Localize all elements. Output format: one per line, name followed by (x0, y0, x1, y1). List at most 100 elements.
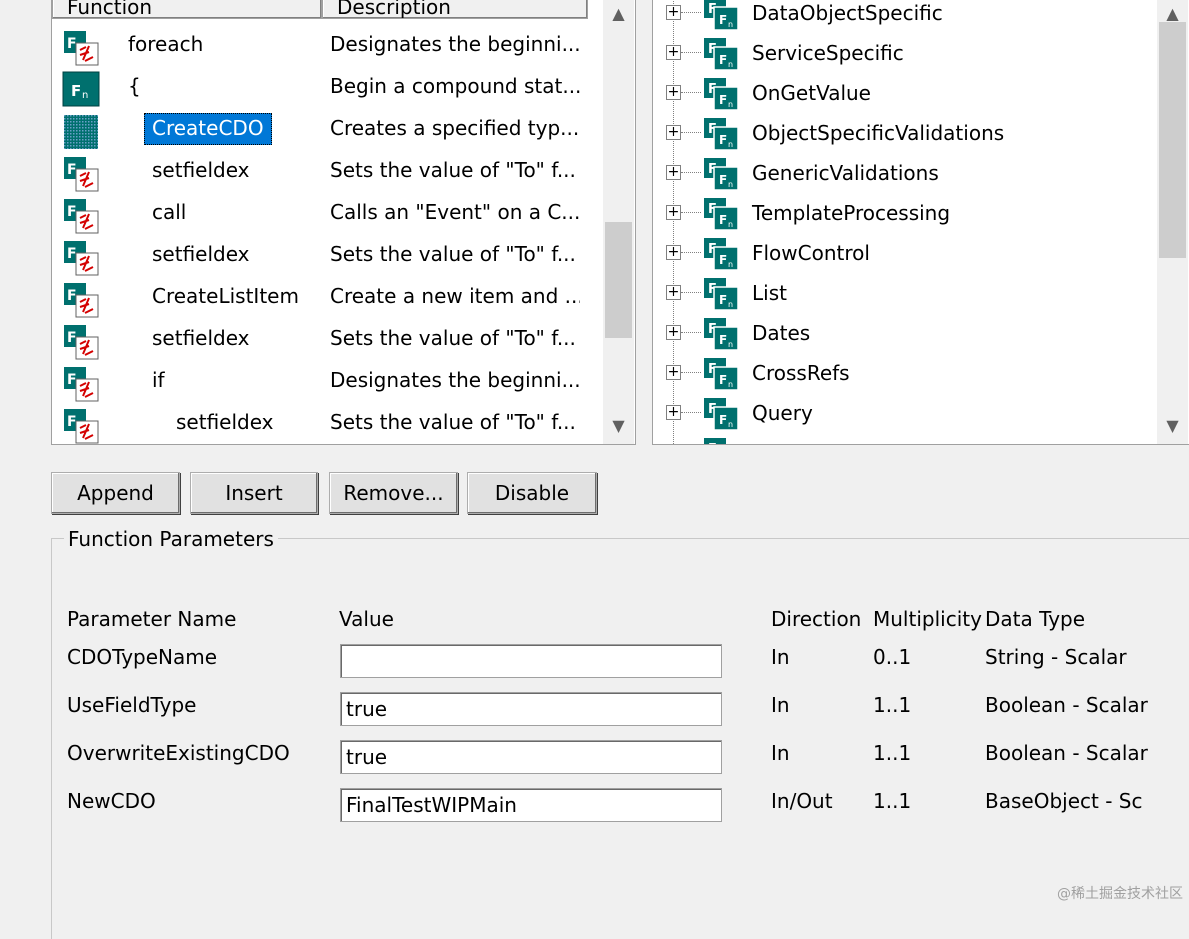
function-group-icon: F F n (703, 157, 739, 191)
expand-plus-icon[interactable]: + (666, 125, 681, 140)
expand-plus-icon[interactable]: + (666, 45, 681, 60)
tree-item[interactable]: + F F n TemplateProcessing (653, 190, 1158, 231)
function-row[interactable]: F n {Begin a compound stat... (52, 65, 602, 107)
function-row[interactable]: F setfieldex Sets the value of "To" f... (52, 317, 602, 360)
tree-item[interactable]: + F F n GenericValidations (653, 150, 1158, 191)
svg-text:n: n (82, 90, 88, 101)
tree-item-label: GenericValidations (752, 161, 939, 185)
tree-item-label: ObjectProcessing (752, 438, 924, 444)
function-category-tree[interactable]: + F F n DataObjectSpecific + F F n Servic… (652, 0, 1189, 445)
svg-text:F: F (719, 333, 727, 347)
tree-connector (681, 372, 701, 373)
function-list[interactable]: Function Description F foreach Designates… (51, 0, 636, 445)
function-row[interactable]: F setfieldex Sets the value of "To" f... (52, 233, 602, 276)
param-data-type: Boolean - Scalar (985, 741, 1148, 765)
param-value-field[interactable]: FinalTestWIPMain (340, 788, 722, 822)
svg-text:F: F (719, 413, 727, 427)
svg-text:F: F (67, 246, 77, 262)
scroll-thumb[interactable] (605, 222, 632, 338)
expand-plus-icon[interactable]: + (666, 85, 681, 100)
function-row[interactable]: F foreach Designates the beginni... (52, 23, 602, 68)
function-row[interactable]: F CreateListItem Create a new item and ..… (52, 275, 602, 320)
function-list-header: Function Description (52, 0, 602, 21)
tree-scrollbar[interactable]: ▲ ▼ (1157, 0, 1188, 444)
append-button[interactable]: Append (51, 472, 180, 514)
function-row[interactable]: F if Designates the beginni... (52, 359, 602, 402)
tree-item[interactable]: + F F n FlowControl (653, 230, 1158, 271)
tree-item[interactable]: + F F n ObjectProcessing (653, 430, 1158, 444)
expand-plus-icon[interactable]: + (666, 365, 681, 380)
tree-connector (681, 412, 701, 413)
svg-text:F: F (719, 53, 727, 67)
function-row[interactable]: F call Calls an "Event" on a C... (52, 191, 602, 236)
function-row[interactable]: CreateCDO Creates a specified typ... (52, 107, 602, 149)
tree-connector (681, 252, 701, 253)
scroll-thumb[interactable] (1159, 22, 1186, 258)
tree-item-label: TemplateProcessing (752, 201, 951, 225)
function-name: setfieldex (152, 326, 250, 350)
svg-text:n: n (728, 100, 733, 109)
param-direction: In (771, 741, 790, 765)
expand-plus-icon[interactable]: + (666, 405, 681, 420)
tree-connector (681, 12, 701, 13)
function-group-icon: F F n (703, 397, 739, 431)
param-name: UseFieldType (67, 693, 197, 717)
param-value-field[interactable]: true (340, 740, 722, 774)
scroll-down-icon[interactable]: ▼ (603, 414, 634, 438)
function-description: Create a new item and ... (330, 284, 580, 308)
watermark: @稀土掘金技术社区 (1057, 886, 1183, 902)
function-group-icon: F F n (703, 117, 739, 151)
function-list-scrollbar[interactable]: ▲ ▼ (603, 0, 634, 444)
function-flow-icon: F (61, 406, 101, 444)
svg-text:n: n (728, 260, 733, 269)
function-name: call (152, 200, 187, 224)
expand-plus-icon[interactable]: + (666, 205, 681, 220)
function-row[interactable]: F setfieldex Sets the value of "To" f... (52, 401, 602, 444)
function-flow-icon: F (61, 196, 101, 236)
function-fn-icon: F n (61, 70, 101, 110)
remove-button-label: Remove... (343, 481, 444, 505)
tree-item[interactable]: + F F n Dates (653, 310, 1158, 351)
tree-item[interactable]: + F F n CrossRefs (653, 350, 1158, 391)
tree-item[interactable]: + F F n ObjectSpecificValidations (653, 110, 1158, 151)
param-direction: In/Out (771, 789, 833, 813)
tree-item[interactable]: + F F n OnGetValue (653, 70, 1158, 111)
column-header-description[interactable]: Description (322, 0, 588, 19)
insert-button[interactable]: Insert (190, 472, 318, 514)
remove-button[interactable]: Remove... (329, 472, 458, 514)
param-value-field[interactable]: true (340, 692, 722, 726)
function-row[interactable]: F setfieldex Sets the value of "To" f... (52, 149, 602, 192)
expand-plus-icon[interactable]: + (666, 285, 681, 300)
tree-item[interactable]: + F F n DataObjectSpecific (653, 0, 1158, 31)
function-group-icon: F F n (703, 37, 739, 71)
tree-item-label: FlowControl (752, 241, 870, 265)
function-flow-icon: F (61, 280, 101, 320)
scroll-down-icon[interactable]: ▼ (1157, 414, 1188, 438)
tree-item[interactable]: + F F n Query (653, 390, 1158, 431)
svg-text:n: n (728, 60, 733, 69)
function-description: Sets the value of "To" f... (330, 326, 576, 350)
function-group-icon: F F n (703, 357, 739, 391)
function-description: Sets the value of "To" f... (330, 158, 576, 182)
tree-connector (681, 92, 701, 93)
param-direction: In (771, 645, 790, 669)
tree-connector (681, 212, 701, 213)
expand-plus-icon[interactable]: + (666, 165, 681, 180)
svg-text:F: F (67, 204, 77, 220)
tree-item[interactable]: + F F n ServiceSpecific (653, 30, 1158, 71)
tree-item-label: List (752, 281, 787, 305)
expand-plus-icon[interactable]: + (666, 245, 681, 260)
function-group-icon: F F n (703, 237, 739, 271)
param-header-multiplicity: Multiplicity (873, 607, 982, 631)
function-flow-icon: F (61, 28, 101, 68)
function-rows: F foreach Designates the beginni... F n {… (52, 23, 602, 444)
svg-text:n: n (728, 140, 733, 149)
expand-plus-icon[interactable]: + (666, 325, 681, 340)
disable-button-label: Disable (494, 481, 570, 505)
disable-button[interactable]: Disable (467, 472, 597, 514)
scroll-up-icon[interactable]: ▲ (603, 2, 634, 26)
column-header-function[interactable]: Function (52, 0, 322, 19)
expand-plus-icon[interactable]: + (666, 5, 681, 20)
tree-item[interactable]: + F F n List (653, 270, 1158, 311)
param-value-field[interactable] (340, 644, 722, 678)
